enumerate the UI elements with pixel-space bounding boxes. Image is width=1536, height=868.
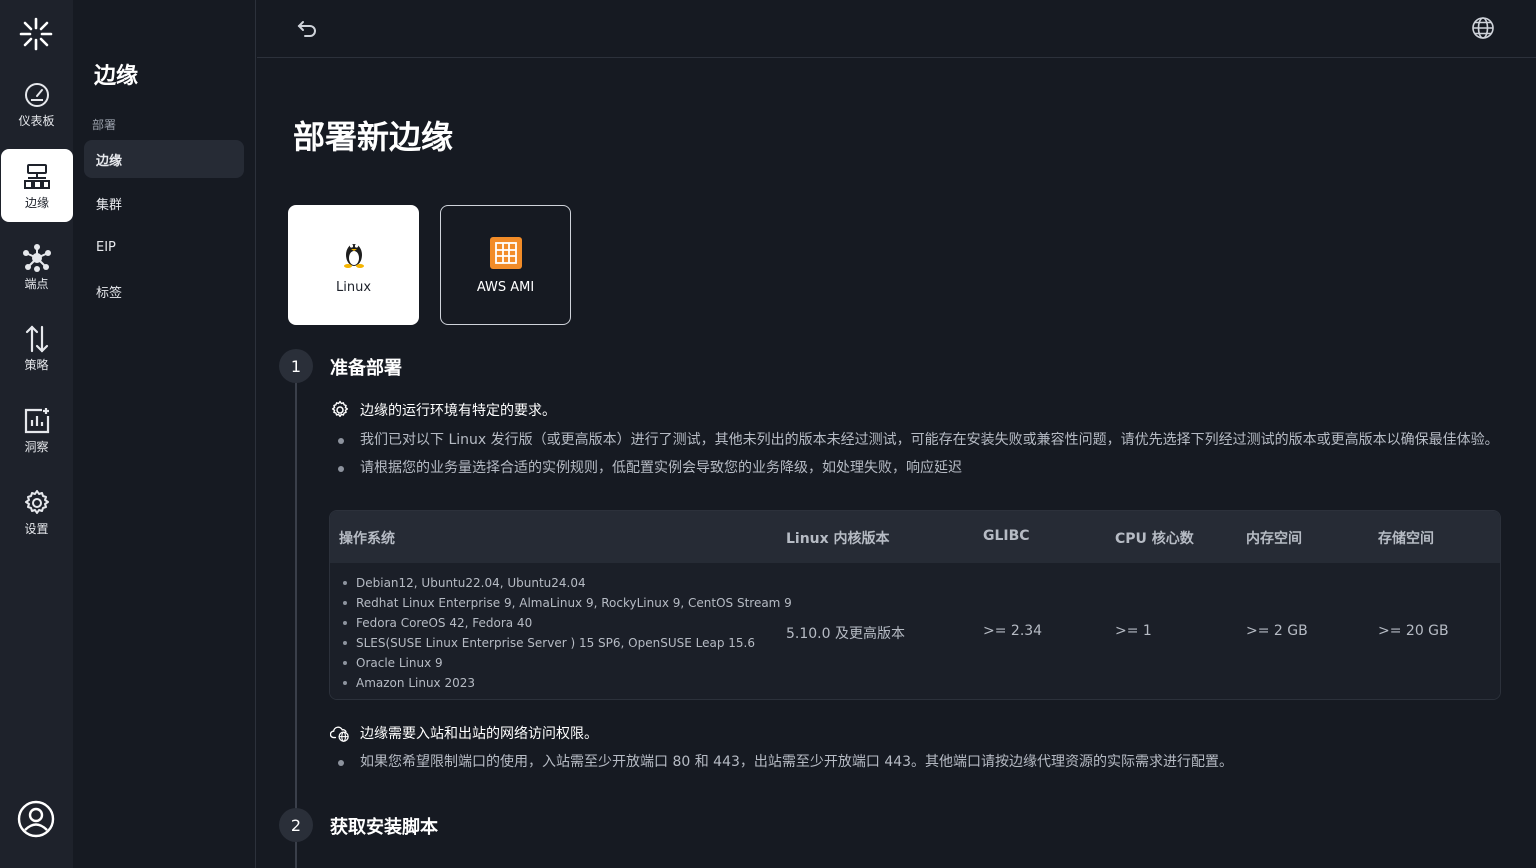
rail-item-edge[interactable]: 边缘	[1, 149, 73, 222]
list-item: Oracle Linux 9	[340, 653, 792, 673]
spec-table: 操作系统 Linux 内核版本 GLIBC CPU 核心数 内存空间 存储空间 …	[329, 510, 1501, 700]
main-content: 部署新边缘 Linux AWS AMI 1 准备部署 边缘的运行环境有特定的要求…	[257, 58, 1536, 868]
column-header: 操作系统	[339, 531, 395, 547]
icon-rail: 仪表板 边缘 端点 策略 洞察 设置	[0, 0, 73, 868]
cpu-cell: >= 1	[1115, 623, 1152, 639]
env-requirement-text: 边缘的运行环境有特定的要求。	[360, 403, 556, 419]
dashboard-icon	[24, 83, 49, 107]
column-header: 存储空间	[1378, 531, 1434, 547]
top-bar	[257, 0, 1536, 58]
list-item: Fedora CoreOS 42, Fedora 40	[340, 613, 792, 633]
sidebar-title: 边缘	[94, 64, 139, 89]
page-title: 部署新边缘	[293, 118, 454, 156]
os-list: Debian12, Ubuntu22.04, Ubuntu24.04 Redha…	[340, 573, 792, 693]
rail-item-label: 策略	[24, 358, 49, 372]
gear-icon	[331, 400, 349, 417]
kernel-cell: 5.10.0 及更高版本	[786, 626, 905, 642]
edge-topology-icon	[24, 163, 50, 189]
rail-item-label: 边缘	[24, 195, 49, 210]
env-requirement-list: 我们已对以下 Linux 发行版（或更高版本）进行了测试，其他未列出的版本未经过…	[335, 430, 1505, 486]
step-number: 1	[279, 349, 313, 383]
list-item: SLES(SUSE Linux Enterprise Server ) 15 S…	[340, 633, 792, 653]
rail-item-settings[interactable]: 设置	[0, 476, 73, 548]
step-title: 准备部署	[330, 358, 402, 379]
rail-item-endpoints[interactable]: 端点	[0, 231, 73, 303]
os-option-label: AWS AMI	[476, 279, 535, 295]
list-item: 如果您希望限制端口的使用，入站需至少开放端口 80 和 443，出站需至少开放端…	[335, 752, 1505, 773]
sidebar-item-cluster[interactable]: 集群	[84, 184, 244, 222]
os-option-linux[interactable]: Linux	[288, 205, 419, 325]
table-header: 操作系统 Linux 内核版本 GLIBC CPU 核心数 内存空间 存储空间	[330, 511, 1500, 563]
column-header: 内存空间	[1246, 531, 1302, 547]
endpoints-hub-icon	[22, 244, 51, 272]
table-row: Debian12, Ubuntu22.04, Ubuntu24.04 Redha…	[330, 563, 1500, 699]
user-avatar-icon[interactable]	[16, 799, 56, 839]
os-option-aws-ami[interactable]: AWS AMI	[440, 205, 571, 325]
linux-penguin-icon	[343, 243, 364, 268]
sidebar-item-edge[interactable]: 边缘	[84, 140, 244, 178]
glibc-cell: >= 2.34	[983, 623, 1043, 639]
list-item: Debian12, Ubuntu22.04, Ubuntu24.04	[340, 573, 792, 593]
env-requirement-heading: 边缘的运行环境有特定的要求。	[330, 400, 556, 420]
rail-item-policy[interactable]: 策略	[0, 312, 73, 384]
policy-arrows-icon	[25, 325, 48, 353]
storage-cell: >= 20 GB	[1378, 623, 1449, 639]
list-item: 请根据您的业务量选择合适的实例规则，低配置实例会导致您的业务降级，如处理失败，响…	[335, 458, 1505, 479]
rail-item-label: 仪表板	[18, 114, 55, 128]
insights-chart-icon	[24, 408, 49, 434]
logo-icon[interactable]	[16, 14, 56, 54]
back-arrow-icon[interactable]	[295, 16, 319, 40]
aws-ami-icon	[489, 236, 522, 269]
step-timeline-line	[295, 381, 297, 868]
os-option-label: Linux	[335, 279, 372, 295]
rail-item-dashboard[interactable]: 仪表板	[0, 68, 73, 140]
network-requirement-heading: 边缘需要入站和出站的网络访问权限。	[330, 723, 598, 743]
network-requirement-text: 边缘需要入站和出站的网络访问权限。	[360, 726, 598, 742]
memory-cell: >= 2 GB	[1246, 623, 1308, 639]
rail-item-label: 洞察	[24, 440, 49, 454]
sidebar-group-label: 部署	[92, 118, 117, 132]
edge-sidebar: 边缘 部署 边缘 集群 EIP 标签	[73, 0, 256, 868]
rail-item-label: 设置	[24, 522, 49, 536]
globe-icon[interactable]	[1471, 16, 1495, 40]
rail-item-label: 端点	[24, 277, 49, 291]
column-header: Linux 内核版本	[786, 531, 890, 547]
step-title: 获取安装脚本	[330, 817, 438, 838]
list-item: 我们已对以下 Linux 发行版（或更高版本）进行了测试，其他未列出的版本未经过…	[335, 430, 1505, 451]
gear-icon	[24, 490, 49, 514]
step-number: 2	[279, 808, 313, 842]
sidebar-item-tags[interactable]: 标签	[84, 272, 244, 310]
rail-item-insights[interactable]: 洞察	[0, 394, 73, 466]
network-requirement-list: 如果您希望限制端口的使用，入站需至少开放端口 80 和 443，出站需至少开放端…	[335, 752, 1505, 780]
cloud-globe-icon	[330, 726, 349, 742]
list-item: Amazon Linux 2023	[340, 673, 792, 693]
list-item: Redhat Linux Enterprise 9, AlmaLinux 9, …	[340, 593, 792, 613]
sidebar-item-eip[interactable]: EIP	[84, 228, 244, 266]
column-header: CPU 核心数	[1115, 531, 1194, 547]
column-header: GLIBC	[983, 528, 1030, 544]
